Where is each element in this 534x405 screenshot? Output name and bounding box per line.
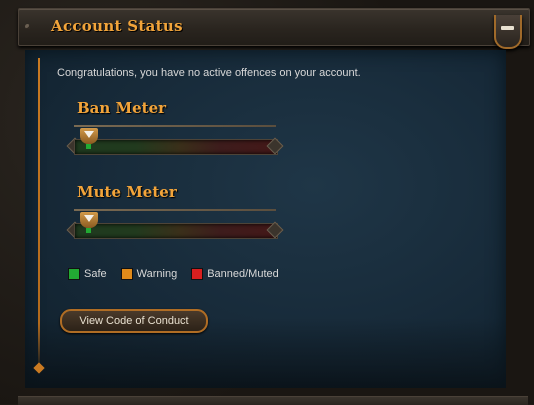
view-code-of-conduct-button[interactable]: View Code of Conduct: [60, 309, 208, 333]
ban-meter-title: Ban Meter: [77, 99, 167, 117]
warning-swatch-icon: [120, 268, 133, 280]
panel-header: Account Status: [18, 8, 530, 49]
safe-swatch-icon: [68, 268, 80, 280]
page-title: Account Status: [51, 17, 183, 35]
ban-meter: [66, 137, 284, 157]
mute-meter-divider: [74, 209, 276, 211]
ban-meter-track: [74, 139, 278, 155]
ban-meter-marker-icon: [80, 128, 98, 144]
legend-item-safe: Safe: [68, 268, 107, 280]
rivet-icon: [25, 24, 30, 29]
mute-meter-track: [74, 223, 278, 239]
banned-swatch-icon: [191, 268, 204, 280]
decorative-vertical-line: [38, 58, 40, 370]
legend-item-warning: Warning: [120, 268, 177, 280]
status-message: Congratulations, you have no active offe…: [57, 67, 361, 79]
ban-meter-level-indicator: [86, 144, 91, 149]
minus-icon: [501, 26, 514, 30]
collapse-button[interactable]: [494, 15, 522, 49]
mute-meter-title: Mute Meter: [77, 183, 177, 201]
mute-meter-marker-icon: [80, 212, 98, 228]
legend-item-banned-muted: Banned/Muted: [191, 268, 279, 280]
ban-meter-divider: [74, 125, 276, 127]
meter-legend: Safe Warning Banned/Muted: [68, 268, 279, 280]
mute-meter: [66, 221, 284, 241]
mute-meter-level-indicator: [86, 228, 91, 233]
